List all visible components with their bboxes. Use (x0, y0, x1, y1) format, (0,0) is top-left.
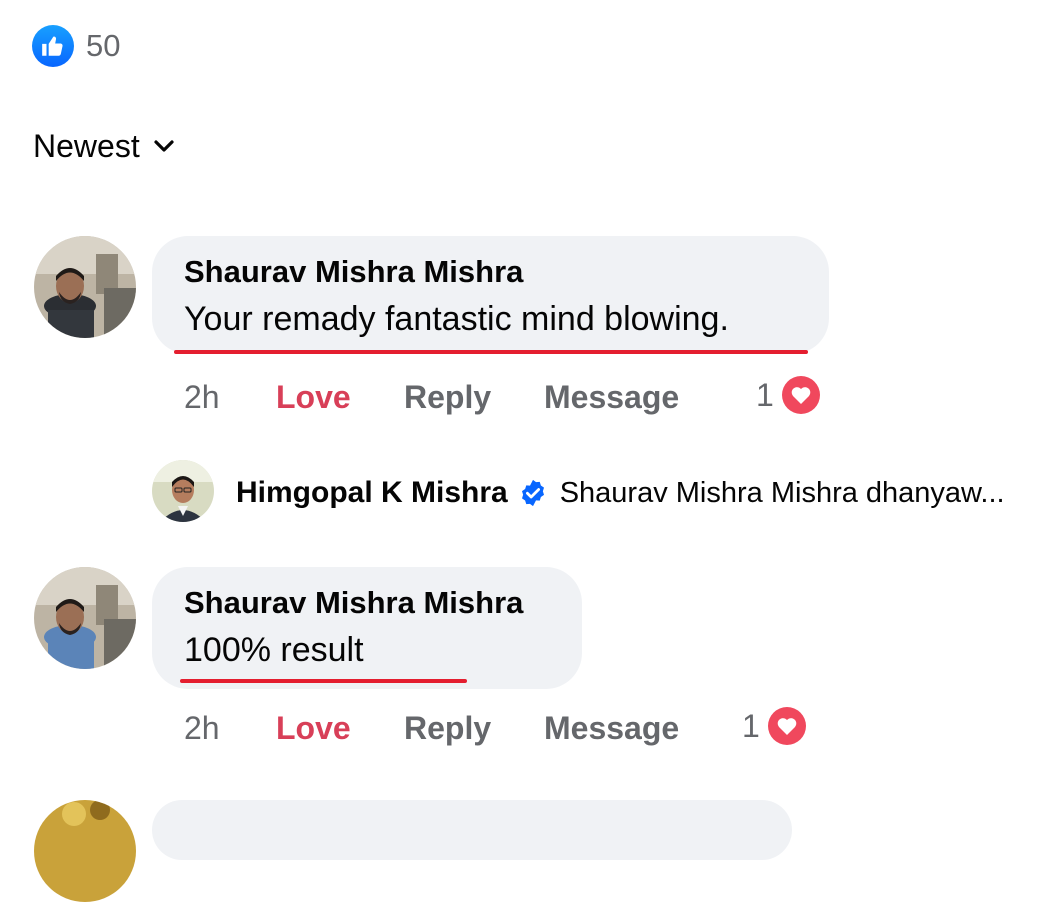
comment-author[interactable]: Shaurav Mishra Mishra (184, 254, 523, 290)
love-button[interactable]: Love (276, 708, 351, 748)
underline-annotation (174, 350, 808, 354)
comment-reaction-count: 1 (742, 707, 760, 744)
comment-reactions[interactable]: 1 (742, 705, 808, 747)
commenter-avatar[interactable] (34, 800, 136, 902)
verified-badge-icon (518, 477, 550, 509)
reply-preview[interactable]: Himgopal K Mishra Shaurav Mishra Mishra … (236, 472, 1005, 514)
comment-text: Your remady fantastic mind blowing. (184, 300, 729, 338)
like-reaction-icon[interactable] (32, 25, 74, 67)
comment-text: 100% result (184, 631, 364, 669)
reply-author[interactable]: Himgopal K Mishra (236, 476, 508, 510)
thumbs-up-icon (42, 36, 63, 56)
message-button[interactable]: Message (544, 708, 679, 748)
comment-sort-dropdown[interactable]: Newest (33, 126, 178, 166)
love-button[interactable]: Love (276, 377, 351, 417)
comment-author[interactable]: Shaurav Mishra Mishra (184, 585, 523, 621)
heart-icon (779, 374, 822, 416)
commenter-avatar[interactable] (34, 236, 136, 338)
replier-avatar[interactable] (152, 460, 214, 522)
commenter-avatar[interactable] (34, 567, 136, 669)
chevron-down-icon (152, 133, 178, 159)
comment-timestamp[interactable]: 2h (184, 377, 220, 417)
underline-annotation (180, 679, 467, 683)
reply-button[interactable]: Reply (404, 377, 491, 417)
reaction-count[interactable]: 50 (86, 26, 120, 66)
message-button[interactable]: Message (544, 377, 679, 417)
reply-preview-text: Shaurav Mishra Mishra dhanyaw... (559, 476, 1005, 509)
comment-timestamp[interactable]: 2h (184, 708, 220, 748)
sort-label: Newest (33, 127, 140, 164)
comment-reaction-count: 1 (756, 376, 774, 413)
heart-icon (765, 705, 808, 747)
comment-reactions[interactable]: 1 (756, 374, 822, 416)
comment-bubble (152, 800, 792, 860)
reply-button[interactable]: Reply (404, 708, 491, 748)
